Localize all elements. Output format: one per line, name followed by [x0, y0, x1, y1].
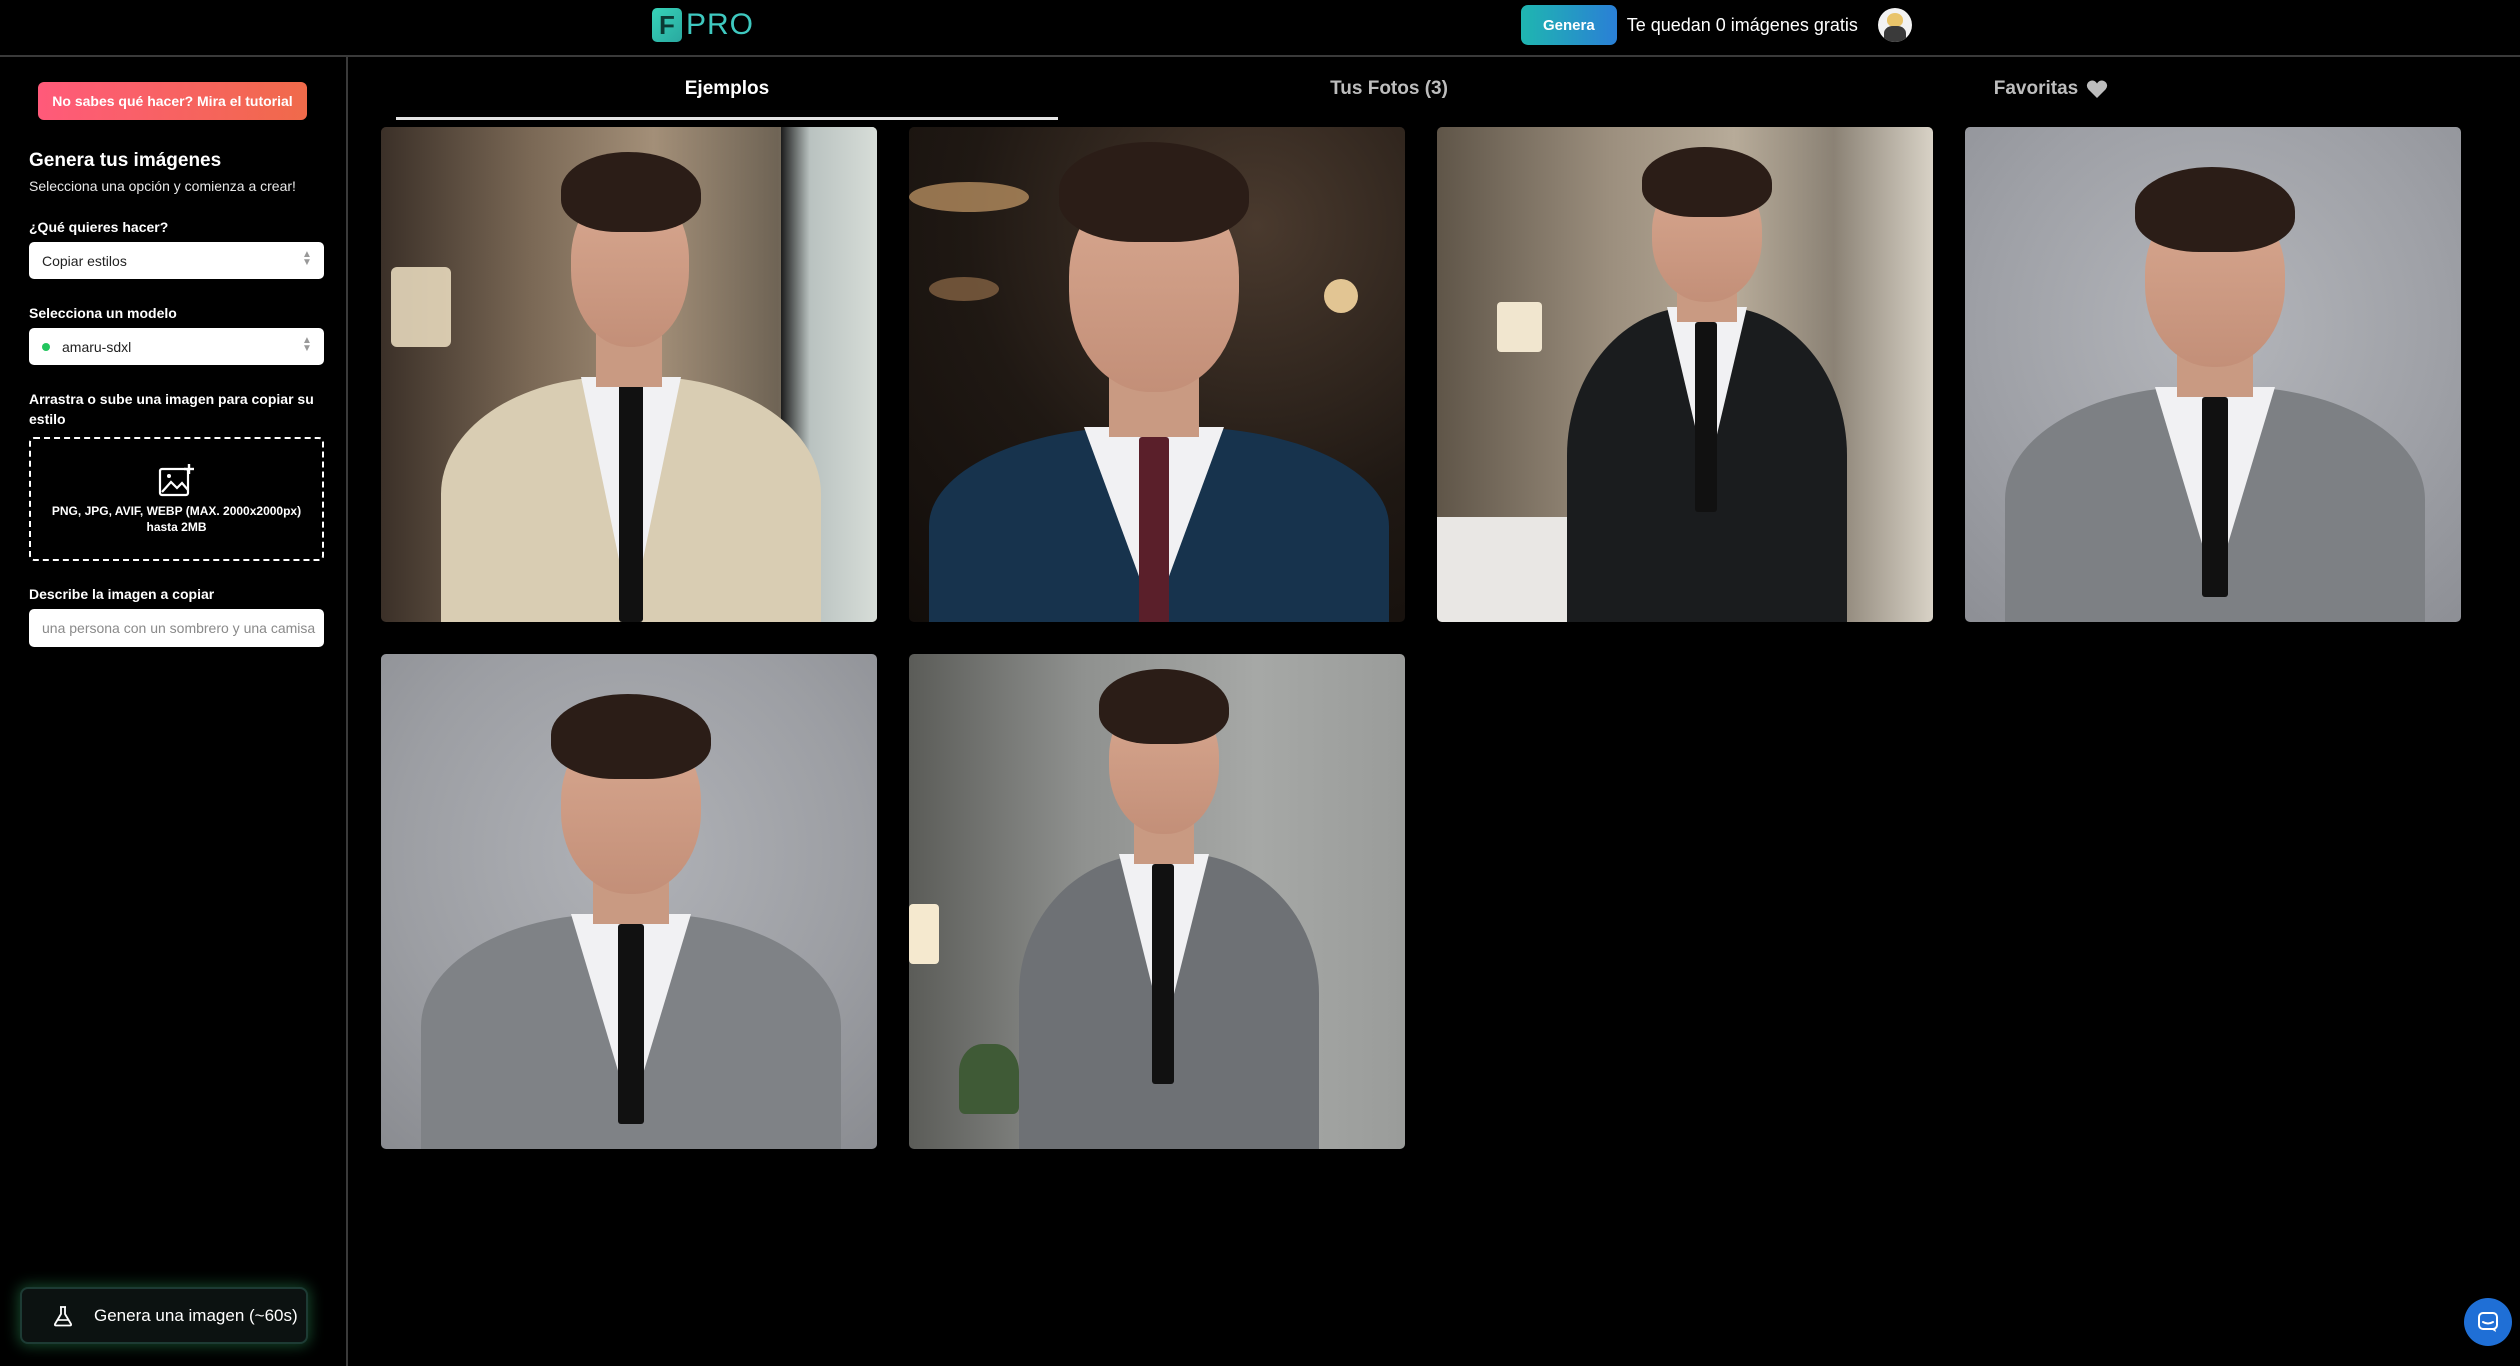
- sidebar: No sabes qué hacer? Mira el tutorial Gen…: [0, 57, 348, 1366]
- logo[interactable]: F PRO: [652, 7, 754, 43]
- gallery-image[interactable]: [909, 127, 1405, 622]
- tab-examples-label: Ejemplos: [684, 78, 770, 99]
- generate-image-label: Genera una imagen (~60s): [94, 1305, 298, 1325]
- generate-nav-button[interactable]: Genera: [1521, 5, 1617, 45]
- upload-hint: PNG, JPG, AVIF, WEBP (MAX. 2000x2000px) …: [51, 504, 302, 534]
- gallery-image[interactable]: [909, 654, 1405, 1149]
- active-tab-indicator: [396, 117, 1058, 120]
- logo-text: PRO: [686, 8, 755, 41]
- tab-examples[interactable]: Ejemplos: [396, 57, 1058, 121]
- image-dropzone[interactable]: PNG, JPG, AVIF, WEBP (MAX. 2000x2000px) …: [29, 437, 324, 561]
- model-select-value: amaru-sdxl: [62, 338, 132, 355]
- avatar[interactable]: [1877, 8, 1912, 42]
- action-label: ¿Qué quieres hacer?: [29, 219, 169, 235]
- top-bar: F PRO Genera Te quedan 0 imágenes gratis: [0, 0, 2520, 57]
- sidebar-title: Genera tus imágenes: [29, 150, 222, 171]
- describe-label: Describe la imagen a copiar: [29, 586, 215, 602]
- tab-favorites[interactable]: Favoritas: [1720, 57, 2382, 121]
- add-image-icon: [158, 464, 194, 497]
- sidebar-subtitle: Selecciona una opción y comienza a crear…: [29, 178, 296, 194]
- action-select[interactable]: Copiar estilos ▲ ▼: [29, 242, 324, 279]
- chevron-updown-icon: ▲ ▼: [302, 335, 312, 354]
- chevron-updown-icon: ▲ ▼: [302, 249, 312, 268]
- tab-your-photos[interactable]: Tus Fotos (3): [1058, 57, 1720, 121]
- gallery-image[interactable]: [1965, 127, 2461, 622]
- chat-icon: [2478, 1312, 2498, 1332]
- flask-icon: [53, 1305, 73, 1326]
- model-label: Selecciona un modelo: [29, 305, 177, 321]
- logo-mark: F: [652, 8, 682, 42]
- header-actions: Genera Te quedan 0 imágenes gratis: [1521, 5, 1912, 45]
- generate-image-button[interactable]: Genera una imagen (~60s): [20, 1287, 308, 1344]
- credits-remaining: Te quedan 0 imágenes gratis: [1626, 14, 1858, 35]
- status-dot-icon: [42, 342, 50, 351]
- gallery-image[interactable]: [381, 654, 877, 1149]
- gallery-image[interactable]: [1437, 127, 1933, 622]
- tab-your-photos-label: Tus Fotos (3): [1330, 78, 1448, 99]
- gallery-image[interactable]: [381, 127, 877, 622]
- tab-favorites-label: Favoritas: [1993, 78, 2079, 99]
- gallery-tabs: Ejemplos Tus Fotos (3) Favoritas: [350, 57, 2520, 121]
- model-select[interactable]: amaru-sdxl ▲ ▼: [29, 328, 324, 365]
- describe-input[interactable]: [29, 609, 324, 647]
- action-select-value: Copiar estilos: [42, 252, 127, 269]
- heart-icon: [2087, 80, 2108, 98]
- tutorial-button[interactable]: No sabes qué hacer? Mira el tutorial: [38, 82, 307, 120]
- upload-label: Arrastra o sube una imagen para copiar s…: [29, 391, 314, 427]
- chat-widget-button[interactable]: [2464, 1298, 2512, 1346]
